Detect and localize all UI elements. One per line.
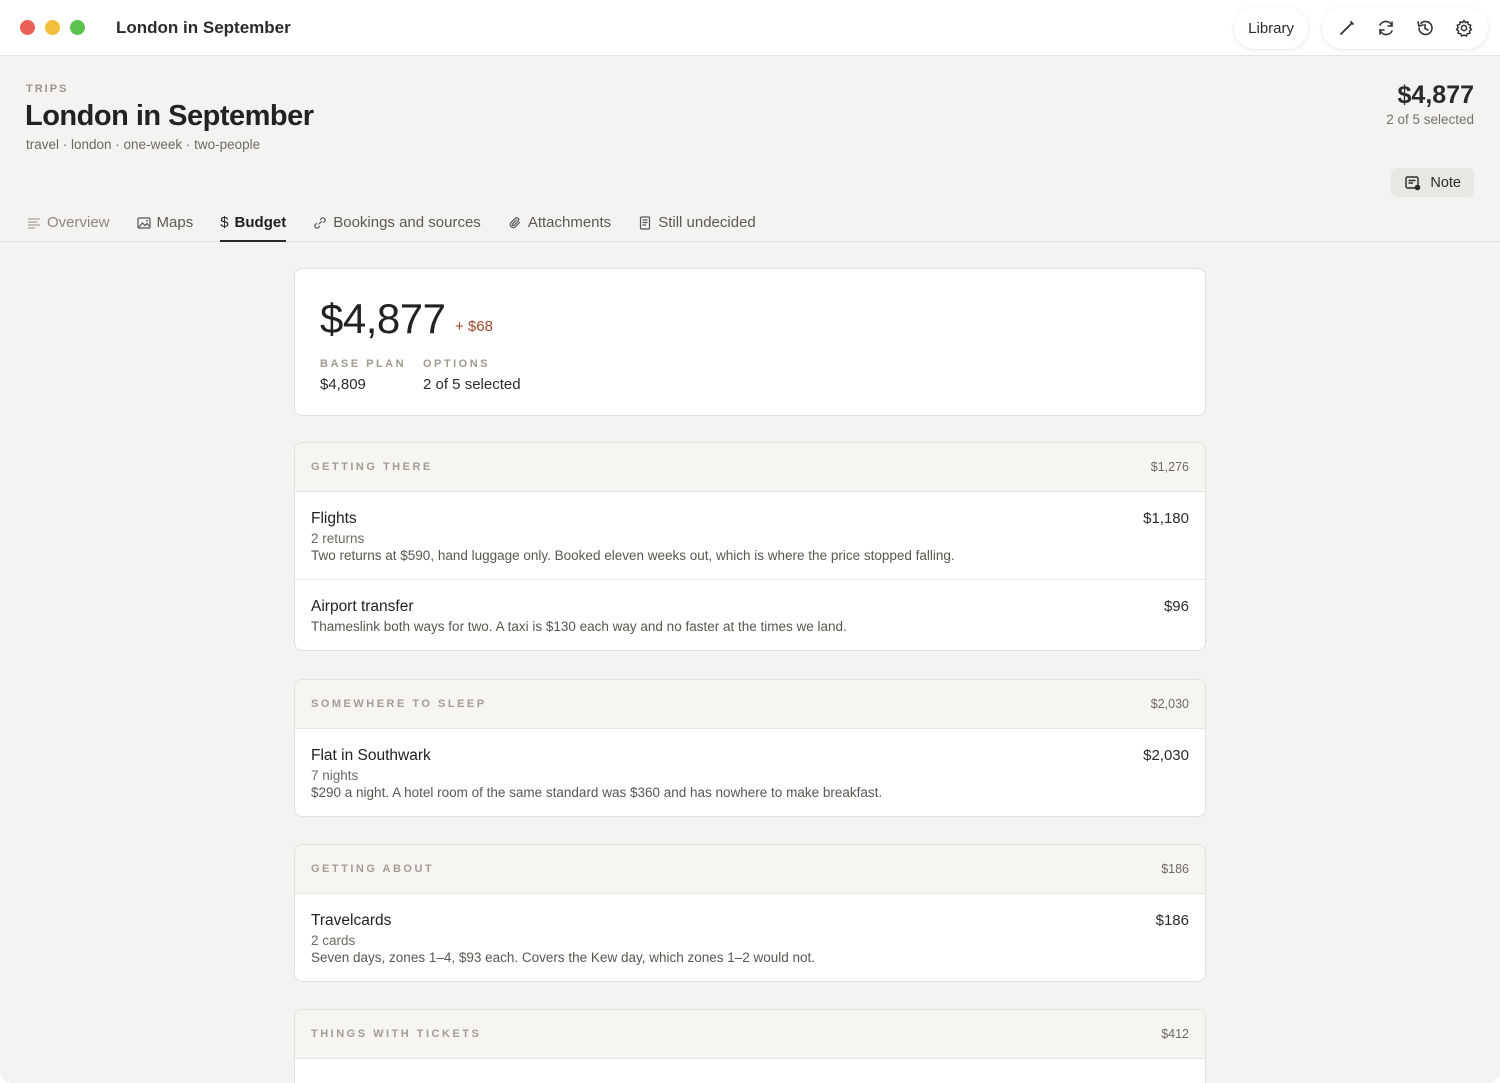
item-quantity: 7 nights — [311, 768, 359, 783]
page-title: London in September — [25, 100, 314, 132]
note-button[interactable]: Note — [1391, 168, 1474, 197]
link-icon — [314, 217, 326, 229]
tab-budget[interactable]: $ Budget — [220, 204, 287, 242]
section-things-with-tickets: THINGS WITH TICKETS $412 — [294, 1009, 1206, 1083]
section-somewhere-to-sleep: SOMEWHERE TO SLEEP $2,030 Flat in Southw… — [294, 679, 1206, 817]
item-title: Flights — [311, 510, 357, 527]
section-name: GETTING THERE — [311, 461, 433, 473]
note-label: Note — [1430, 174, 1461, 191]
tab-attachments[interactable]: Attachments — [508, 204, 611, 242]
section-getting-about: GETTING ABOUT $186 Travelcards $186 2 ca… — [294, 844, 1206, 982]
breadcrumb[interactable]: TRIPS — [26, 83, 68, 95]
tab-bookings[interactable]: Bookings and sources — [313, 204, 481, 242]
item-amount: $96 — [1163, 598, 1189, 615]
base-plan-label: BASE PLAN — [320, 358, 407, 370]
options-stat: OPTIONS 2 of 5 selected — [423, 358, 521, 393]
image-icon — [136, 217, 151, 229]
tab-label: Bookings and sources — [333, 214, 481, 231]
item-title: Travelcards — [311, 912, 392, 929]
app-window: London in September Library TRIPS London… — [0, 0, 1500, 1083]
tab-overview[interactable]: Overview — [27, 204, 110, 242]
item-description: Thameslink both ways for two. A taxi is … — [311, 619, 847, 634]
close-window-button[interactable] — [20, 20, 35, 35]
note-icon — [1405, 175, 1421, 190]
budget-summary-card: $4,877 + $68 BASE PLAN $4,809 OPTIONS 2 … — [294, 268, 1206, 416]
section-header[interactable]: THINGS WITH TICKETS $412 — [295, 1010, 1205, 1059]
toolbar-icon-group — [1322, 7, 1488, 49]
library-button[interactable]: Library — [1234, 7, 1308, 49]
section-header[interactable]: SOMEWHERE TO SLEEP $2,030 — [295, 680, 1205, 729]
section-amount: $1,276 — [1150, 460, 1189, 474]
section-name: THINGS WITH TICKETS — [311, 1028, 482, 1040]
lines-icon — [28, 218, 40, 229]
section-header[interactable]: GETTING THERE $1,276 — [295, 443, 1205, 492]
item-description: Seven days, zones 1–4, $93 each. Covers … — [311, 950, 816, 965]
item-description: Two returns at $590, hand luggage only. … — [311, 548, 955, 563]
section-name: GETTING ABOUT — [311, 863, 435, 875]
header-total: $4,877 — [1397, 81, 1474, 109]
options-label: OPTIONS — [423, 358, 491, 370]
tab-bar: Overview Maps $ Budget Bookings and sour… — [27, 204, 756, 242]
tab-still-undecided[interactable]: Still undecided — [638, 204, 756, 242]
header-selected-count: 2 of 5 selected — [1386, 112, 1474, 127]
settings-button[interactable] — [1447, 12, 1480, 45]
budget-item-flights[interactable]: Flights $1,180 2 returns Two returns at … — [295, 492, 1205, 580]
document-icon — [640, 216, 651, 230]
tab-label: Still undecided — [658, 214, 756, 231]
item-amount: $1,180 — [1143, 510, 1189, 527]
page-header: TRIPS London in September travel · londo… — [0, 56, 1500, 242]
pencil-icon — [1339, 21, 1354, 35]
section-amount: $412 — [1161, 1027, 1189, 1041]
sync-button[interactable] — [1369, 12, 1402, 45]
sync-icon — [1378, 20, 1393, 36]
section-getting-there: GETTING THERE $1,276 Flights $1,180 2 re… — [294, 442, 1206, 651]
tab-label: Attachments — [527, 214, 612, 231]
item-title: Flat in Southwark — [311, 747, 431, 764]
history-button[interactable] — [1408, 12, 1441, 45]
base-plan-value: $4,809 — [320, 376, 366, 393]
summary-delta: + $68 — [455, 318, 493, 335]
zoom-window-button[interactable] — [70, 20, 85, 35]
section-amount: $186 — [1161, 862, 1189, 876]
item-title: Airport transfer — [311, 598, 414, 615]
budget-item-airport-transfer[interactable]: Airport transfer $96 Thameslink both way… — [295, 580, 1205, 650]
section-amount: $2,030 — [1150, 697, 1189, 711]
item-description: $290 a night. A hotel room of the same s… — [311, 785, 883, 800]
paperclip-icon — [509, 217, 520, 229]
minimize-window-button[interactable] — [45, 20, 60, 35]
gear-icon — [1455, 19, 1472, 37]
tab-maps[interactable]: Maps — [136, 204, 194, 242]
budget-item-travelcards[interactable]: Travelcards $186 2 cards Seven days, zon… — [295, 894, 1205, 981]
dollar-icon: $ — [220, 214, 229, 231]
base-plan-stat: BASE PLAN $4,809 — [320, 358, 406, 393]
item-quantity: 2 cards — [311, 933, 356, 948]
budget-item-flat-in-southwark[interactable]: Flat in Southwark $2,030 7 nights $290 a… — [295, 729, 1205, 816]
history-icon — [1416, 20, 1433, 36]
title-bar: London in September Library — [0, 0, 1500, 56]
summary-total: $4,877 — [320, 295, 446, 342]
tab-label: Budget — [234, 214, 287, 231]
options-value: 2 of 5 selected — [423, 376, 521, 393]
window-title: London in September — [116, 18, 291, 37]
tab-label: Overview — [47, 214, 110, 231]
edit-button[interactable] — [1330, 12, 1363, 45]
item-quantity: 2 returns — [311, 531, 365, 546]
tag-list: travel · london · one-week · two-people — [26, 137, 261, 152]
item-amount: $2,030 — [1143, 747, 1189, 764]
item-amount: $186 — [1155, 912, 1189, 929]
toolbar: Library — [1234, 6, 1488, 50]
tab-label: Maps — [156, 214, 194, 231]
section-header[interactable]: GETTING ABOUT $186 — [295, 845, 1205, 894]
section-name: SOMEWHERE TO SLEEP — [311, 698, 487, 710]
